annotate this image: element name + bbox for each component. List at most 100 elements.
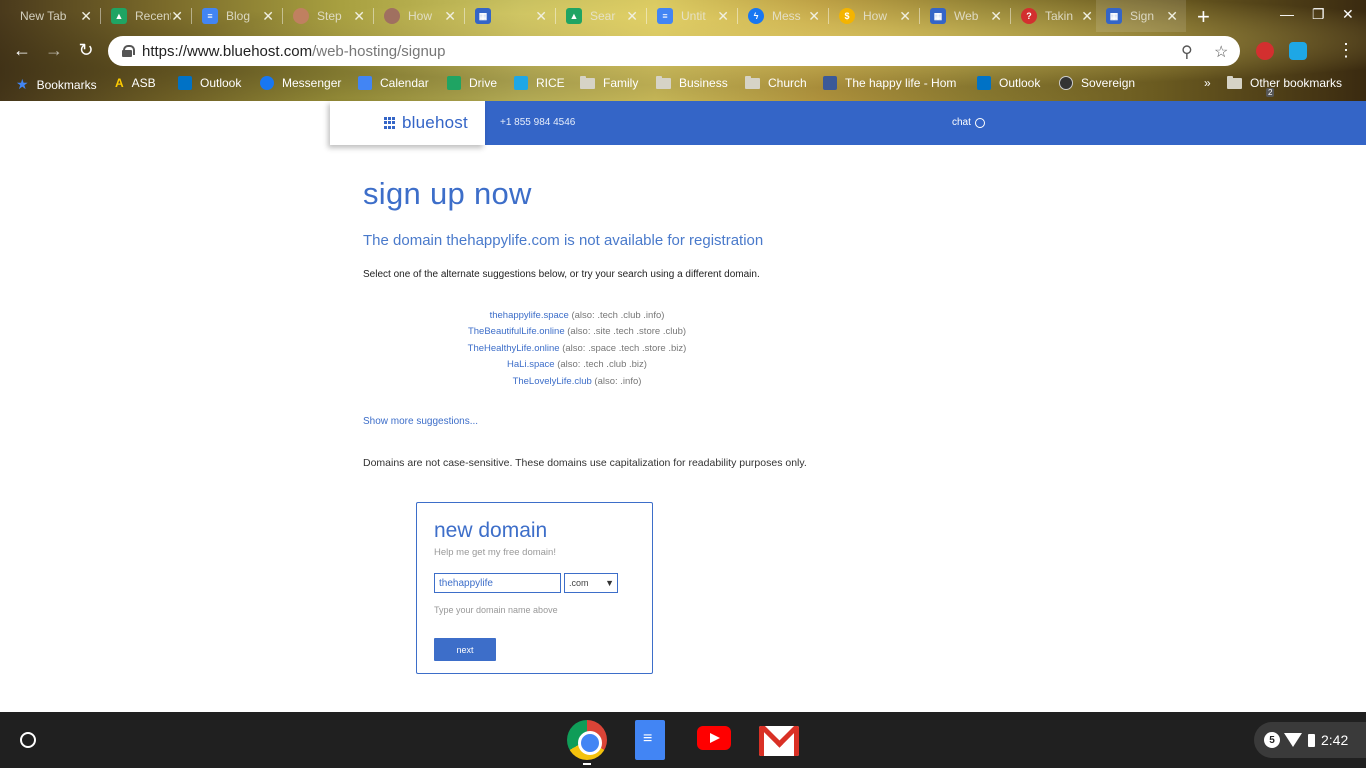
- tab-2[interactable]: ≡ Blog ✕: [192, 0, 282, 32]
- close-icon[interactable]: ✕: [262, 8, 274, 25]
- calendar-icon: [358, 76, 372, 90]
- bluehost-logo[interactable]: bluehost: [330, 101, 485, 145]
- status-tray[interactable]: 5 2:42: [1254, 722, 1366, 758]
- address-bar[interactable]: https://www.bluehost.com/web-hosting/sig…: [108, 36, 1240, 66]
- bookmark-item[interactable]: Calendar: [358, 76, 429, 90]
- tab-5[interactable]: ▦ ✕: [465, 0, 555, 32]
- folder-icon: [580, 75, 595, 89]
- rice-extension-icon[interactable]: [1289, 42, 1307, 60]
- bookmark-item[interactable]: RICE: [514, 76, 565, 90]
- new-tab-plus-icon[interactable]: +: [1197, 4, 1210, 30]
- bookmark-item[interactable]: Outlook: [178, 76, 241, 90]
- active-app-indicator: [583, 763, 591, 765]
- drive-icon: [447, 76, 461, 90]
- suggestion-alternates: (also: .tech .club .info): [571, 310, 665, 321]
- avatar-icon: [293, 8, 309, 24]
- minimize-icon[interactable]: —: [1280, 6, 1294, 22]
- tab-0[interactable]: New Tab ✕: [10, 0, 100, 32]
- facebook-icon: [823, 76, 837, 90]
- bookmark-label: Bookmarks: [36, 77, 97, 92]
- bookmark-label: Drive: [469, 76, 498, 90]
- forward-arrow-icon[interactable]: →: [42, 40, 66, 61]
- show-more-suggestions-link[interactable]: Show more suggestions...: [363, 416, 478, 427]
- logo-text: bluehost: [402, 113, 468, 132]
- bookmark-folder[interactable]: Family: [580, 75, 638, 90]
- tab-9[interactable]: $ How ✕: [829, 0, 919, 32]
- gmail-app-icon[interactable]: [759, 726, 799, 756]
- close-icon[interactable]: ✕: [990, 8, 1002, 25]
- close-icon[interactable]: ✕: [535, 8, 547, 25]
- close-icon[interactable]: ✕: [1166, 8, 1178, 25]
- chrome-app-icon[interactable]: [567, 720, 607, 760]
- messenger-icon: [260, 76, 274, 90]
- chat-link[interactable]: chat: [952, 117, 985, 128]
- suggestion-domain-link[interactable]: thehappylife.space: [490, 310, 569, 321]
- close-icon[interactable]: ✕: [1081, 8, 1093, 25]
- tab-1[interactable]: ▲ Recent ✕: [101, 0, 191, 32]
- bookmark-label: Messenger: [282, 76, 342, 90]
- tab-12-active[interactable]: ▦ Sign ✕: [1096, 0, 1186, 32]
- bookmarks-overflow[interactable]: »: [1204, 76, 1211, 90]
- tab-7[interactable]: ≡ Untit ✕: [647, 0, 737, 32]
- suggestion-domain-link[interactable]: HaLi.space: [507, 359, 555, 370]
- menu-kebab-icon[interactable]: ⋮: [1334, 40, 1358, 61]
- suggestion-item: TheLovelyLife.club (also: .info): [363, 375, 791, 391]
- bookmark-item[interactable]: ★ Bookmarks: [16, 76, 97, 93]
- other-bookmarks[interactable]: Other bookmarks: [1227, 75, 1342, 90]
- suggestion-domain-link[interactable]: TheHealthyLife.online: [468, 343, 560, 354]
- zoom-icon[interactable]: ⚲: [1181, 42, 1193, 62]
- tab-8[interactable]: ϟ Mess ✕: [738, 0, 828, 32]
- tld-select[interactable]: .com ▼: [564, 573, 618, 593]
- bookmark-folder[interactable]: Church: [745, 75, 807, 90]
- close-icon[interactable]: ✕: [444, 8, 456, 25]
- os-shelf: [0, 712, 1366, 768]
- browser-chrome: New Tab ✕ ▲ Recent ✕ ≡ Blog ✕ Step ✕ How…: [0, 0, 1366, 101]
- bookmarks-bar: ★ Bookmarks A ASB Outlook Messenger Cale…: [0, 68, 1366, 101]
- bookmark-folder[interactable]: Business: [656, 75, 728, 90]
- close-window-icon[interactable]: ✕: [1342, 6, 1354, 23]
- restore-icon[interactable]: ❐: [1312, 6, 1325, 23]
- domain-name-input[interactable]: [434, 573, 561, 593]
- phone-number[interactable]: +1 855 984 4546: [500, 117, 575, 128]
- close-icon[interactable]: ✕: [353, 8, 365, 25]
- close-icon[interactable]: ✕: [808, 8, 820, 25]
- bookmark-item[interactable]: Messenger: [260, 76, 341, 90]
- docs-app-icon[interactable]: [635, 720, 665, 760]
- close-icon[interactable]: ✕: [80, 8, 92, 25]
- tab-11[interactable]: ? Takin ✕: [1011, 0, 1101, 32]
- next-button[interactable]: next: [434, 638, 496, 661]
- youtube-app-icon[interactable]: [697, 726, 731, 750]
- bookmark-item[interactable]: The happy life - Hom: [823, 76, 956, 90]
- launcher-circle-icon[interactable]: [20, 732, 36, 748]
- close-icon[interactable]: ✕: [717, 8, 729, 25]
- bookmark-item[interactable]: Outlook: [977, 76, 1040, 90]
- suggestion-alternates: (also: .info): [594, 375, 642, 387]
- tab-4[interactable]: How ✕: [374, 0, 464, 32]
- outlook-icon: [977, 76, 991, 90]
- reload-icon[interactable]: ↻: [74, 40, 98, 61]
- asb-icon: A: [115, 76, 124, 90]
- tab-6[interactable]: ▲ Sear ✕: [556, 0, 646, 32]
- back-arrow-icon[interactable]: ←: [10, 40, 34, 61]
- bookmark-item[interactable]: Drive: [447, 76, 497, 90]
- tab-title: Step: [317, 9, 342, 23]
- close-icon[interactable]: ✕: [899, 8, 911, 25]
- bookmark-item[interactable]: A ASB: [115, 76, 156, 90]
- domain-unavailable-message: The domain thehappylife.com is not avail…: [363, 232, 764, 249]
- url-path: /web-hosting/signup: [312, 42, 446, 60]
- tab-title: Untit: [681, 9, 706, 23]
- tab-strip: New Tab ✕ ▲ Recent ✕ ≡ Blog ✕ Step ✕ How…: [0, 0, 1366, 34]
- suggestion-domain-link[interactable]: TheBeautifulLife.online: [468, 326, 565, 337]
- close-icon[interactable]: ✕: [171, 8, 183, 25]
- docs-icon: ≡: [657, 8, 673, 24]
- bookmark-item[interactable]: Sovereign: [1059, 76, 1135, 90]
- suggestion-alternates: (also: .site .tech .store .club): [567, 326, 687, 338]
- tab-title: Sear: [590, 9, 616, 23]
- bookmark-star-icon[interactable]: ☆: [1214, 42, 1228, 62]
- tab-10[interactable]: ▦ Web ✕: [920, 0, 1010, 32]
- new-domain-title: new domain: [434, 519, 548, 542]
- tab-3[interactable]: Step ✕: [283, 0, 373, 32]
- opera-extension-icon[interactable]: [1256, 42, 1274, 60]
- suggestion-domain-link[interactable]: TheLovelyLife.club: [513, 376, 592, 387]
- close-icon[interactable]: ✕: [626, 8, 638, 25]
